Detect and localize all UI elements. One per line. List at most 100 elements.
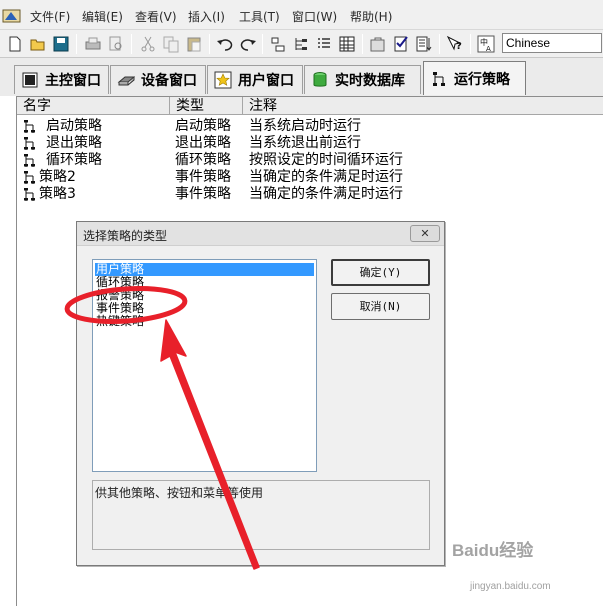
properties-icon (370, 37, 385, 51)
tab-label: 用户窗口 (238, 73, 294, 89)
tab-main-window[interactable]: 主控窗口 (14, 65, 109, 94)
list-view-button[interactable] (314, 33, 334, 54)
language-switch-button[interactable]: 中A (476, 33, 496, 54)
save-button[interactable] (51, 33, 71, 54)
context-help-button[interactable]: ? (445, 33, 465, 54)
strategy-type-option[interactable]: 热键策略 (95, 315, 144, 328)
save-icon (53, 36, 69, 51)
undo-button[interactable] (215, 33, 235, 54)
strategy-icon (24, 120, 35, 133)
strategy-name: 启动策略 (46, 118, 102, 134)
menu-window[interactable]: 窗口(W) (292, 8, 337, 25)
tab-user-window[interactable]: 用户窗口 (207, 65, 303, 94)
new-file-icon (9, 36, 21, 51)
tab-label: 实时数据库 (335, 73, 405, 89)
tab-label: 运行策略 (454, 71, 510, 88)
sort-icon (416, 36, 432, 51)
sort-button[interactable] (414, 33, 434, 54)
tab-label: 主控窗口 (45, 73, 101, 89)
copy-button[interactable] (161, 33, 181, 54)
database-icon (313, 72, 327, 87)
open-file-button[interactable] (28, 33, 48, 54)
tab-realtime-database[interactable]: 实时数据库 (304, 65, 421, 94)
language-select[interactable]: Chinese (502, 33, 602, 53)
grid-view-button[interactable] (337, 33, 357, 54)
device-icon (117, 76, 135, 86)
tab-device-window[interactable]: 设备窗口 (110, 65, 206, 94)
app-logo-icon (2, 9, 21, 23)
paste-button[interactable] (184, 33, 204, 54)
redo-button[interactable] (238, 33, 258, 54)
print-preview-icon (109, 36, 122, 50)
close-button[interactable]: ✕ (410, 225, 440, 242)
check-button[interactable] (391, 33, 411, 54)
toolbar-separator (362, 34, 363, 54)
menu-insert[interactable]: 插入(I) (188, 8, 225, 25)
strategy-note: 当系统退出前运行 (249, 135, 361, 151)
toolbar-separator (76, 34, 77, 54)
watermark-logo: Baidu经验 (452, 541, 534, 560)
strategy-row[interactable]: 策略2 事件策略 当确定的条件满足时运行 (17, 169, 603, 186)
cut-button[interactable] (138, 33, 158, 54)
workspace-tabs: 主控窗口 设备窗口 用户窗口 实时数据库 运行策略 (0, 58, 603, 96)
paste-icon (187, 37, 201, 51)
strategy-name: 退出策略 (46, 135, 102, 151)
svg-text:A: A (486, 45, 491, 53)
strategy-type: 退出策略 (175, 135, 231, 151)
print-preview-button[interactable] (106, 33, 126, 54)
scissors-icon (141, 36, 155, 51)
close-icon: ✕ (420, 227, 430, 240)
new-file-button[interactable] (5, 33, 25, 54)
strategy-row[interactable]: 循环策略 循环策略 按照设定的时间循环运行 (17, 152, 603, 169)
toolbar-separator (262, 34, 263, 54)
star-window-icon (214, 71, 232, 89)
strategy-note: 按照设定的时间循环运行 (249, 152, 403, 168)
menu-edit[interactable]: 编辑(E) (82, 8, 123, 25)
properties-button[interactable] (368, 33, 388, 54)
strategy-type: 事件策略 (175, 186, 231, 202)
tab-label: 设备窗口 (141, 73, 197, 89)
strategy-row[interactable]: 退出策略 退出策略 当系统退出前运行 (17, 135, 603, 152)
list-icon (318, 37, 330, 48)
strategy-note: 当系统启动时运行 (249, 118, 361, 134)
menu-bar: 文件(F) 编辑(E) 查看(V) 插入(I) 工具(T) 窗口(W) 帮助(H… (0, 0, 603, 30)
strategy-note: 当确定的条件满足时运行 (249, 169, 403, 185)
tree-icon (295, 37, 307, 50)
align-button[interactable] (268, 33, 288, 54)
print-button[interactable] (83, 33, 103, 54)
strategy-type: 启动策略 (175, 118, 231, 134)
menu-help[interactable]: 帮助(H) (350, 8, 392, 25)
select-strategy-type-dialog: 选择策略的类型 ✕ 用户策略 循环策略 报警策略 事件策略 热键策略 确定(Y)… (76, 221, 445, 566)
menu-view[interactable]: 查看(V) (135, 8, 177, 25)
toolbar-separator (470, 34, 471, 54)
menu-file[interactable]: 文件(F) (30, 8, 70, 25)
toolbar-separator (209, 34, 210, 54)
align-icon (271, 37, 285, 51)
print-icon (85, 37, 101, 49)
column-header-name[interactable]: 名字 (17, 97, 170, 115)
cancel-button[interactable]: 取消(N) (331, 293, 430, 320)
column-header-note[interactable]: 注释 (243, 97, 603, 115)
strategy-row[interactable]: 策略3 事件策略 当确定的条件满足时运行 (17, 186, 603, 203)
tab-run-strategy[interactable]: 运行策略 (423, 61, 526, 95)
toolbar-separator (131, 34, 132, 54)
strategy-icon (24, 154, 35, 167)
tree-view-button[interactable] (291, 33, 311, 54)
undo-icon (217, 38, 233, 51)
strategy-list-header: 名字 类型 注释 (17, 97, 603, 115)
menu-tools[interactable]: 工具(T) (239, 8, 280, 25)
checklist-icon (394, 35, 408, 51)
toolbar-separator (439, 34, 440, 54)
strategy-type-list[interactable]: 用户策略 循环策略 报警策略 事件策略 热键策略 (92, 259, 317, 472)
monitor-icon (22, 72, 38, 88)
strategy-type: 循环策略 (175, 152, 231, 168)
redo-icon (240, 38, 256, 51)
column-header-type[interactable]: 类型 (170, 97, 243, 115)
strategy-description: 供其他策略、按钮和菜单等使用 (92, 480, 430, 550)
ok-button[interactable]: 确定(Y) (331, 259, 430, 286)
dialog-title-bar[interactable]: 选择策略的类型 ✕ (77, 222, 444, 246)
strategy-name: 循环策略 (46, 152, 102, 168)
copy-icon (163, 36, 179, 52)
strategy-type: 事件策略 (175, 169, 231, 185)
strategy-row[interactable]: 启动策略 启动策略 当系统启动时运行 (17, 118, 603, 135)
